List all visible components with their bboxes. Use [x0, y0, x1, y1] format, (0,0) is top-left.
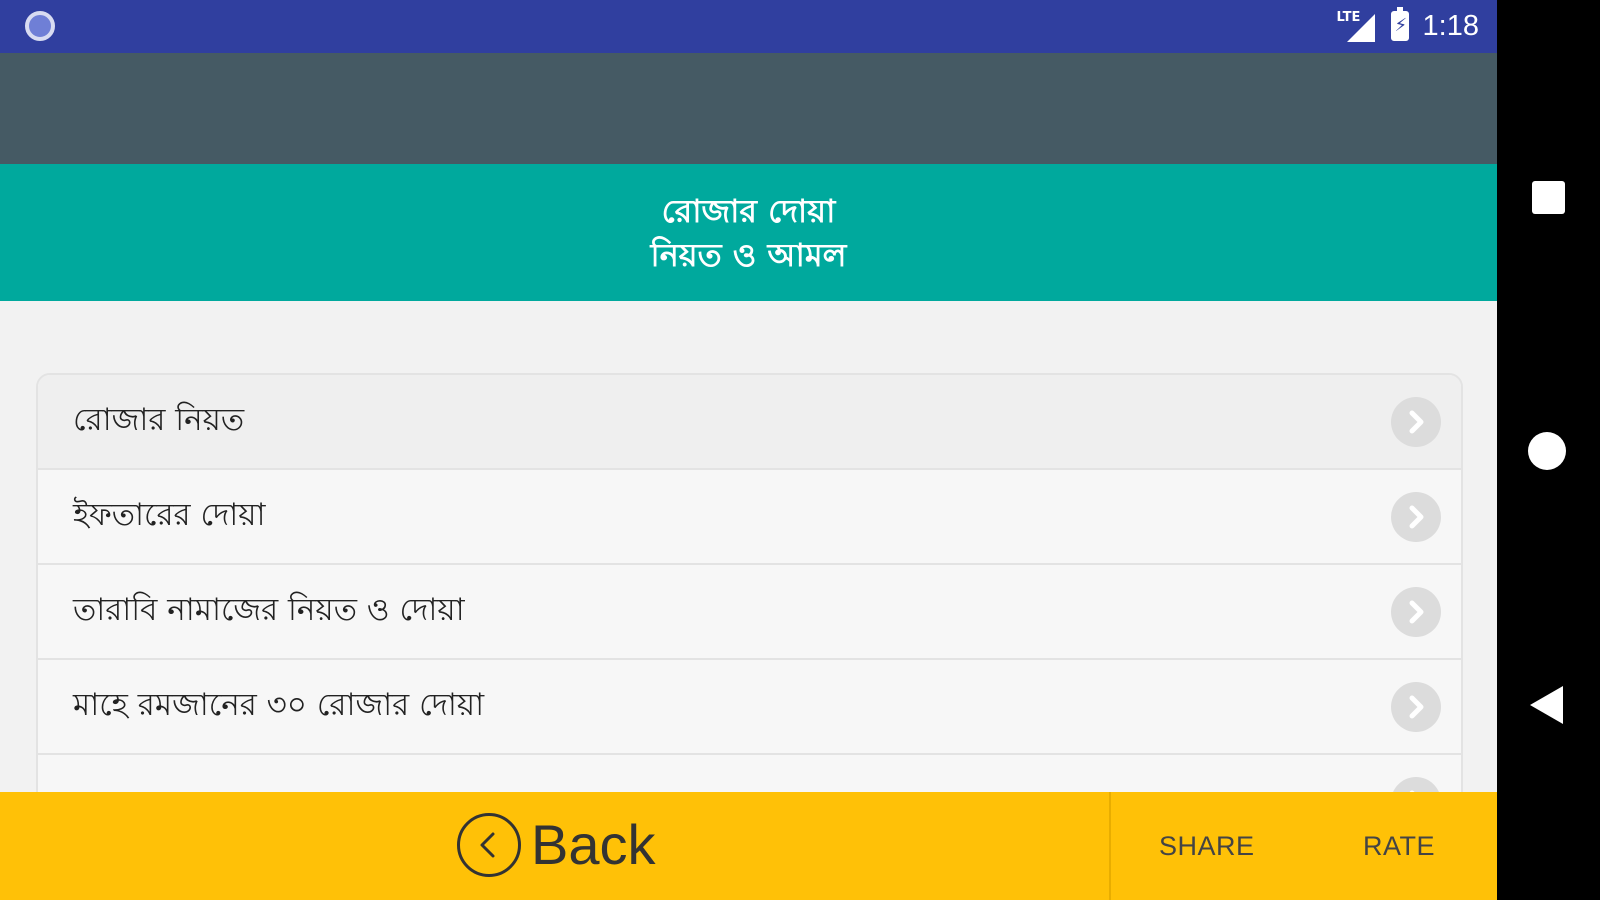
rate-button[interactable]: RATE: [1363, 792, 1435, 900]
title-banner: রোজার দোয়া নিয়ত ও আমল: [0, 164, 1497, 301]
menu-list: রোজার নিয়ত ইফতারের দোয়া তারাবি নামাজের…: [36, 373, 1463, 813]
chevron-left-circle-icon: [457, 812, 521, 877]
share-button[interactable]: SHARE: [1159, 792, 1255, 900]
list-item-label: রোজার নিয়ত: [73, 401, 245, 438]
recents-square-icon[interactable]: [1532, 181, 1565, 214]
status-time: 1:18: [1422, 9, 1479, 42]
list-item-iftar-dua[interactable]: ইফতারের দোয়া: [38, 470, 1461, 565]
back-button[interactable]: Back: [457, 807, 656, 882]
system-nav-bar: [1497, 0, 1600, 900]
battery-charging-icon: ⚡: [1390, 7, 1409, 41]
chevron-right-icon: [1391, 681, 1441, 732]
bottom-actions: SHARE RATE: [1109, 792, 1497, 900]
status-bar: LTE ⚡ 1:18: [0, 0, 1497, 53]
list-item-label: তারাবি নামাজের নিয়ত ও দোয়া: [73, 591, 465, 628]
bottom-bar: Back SHARE RATE: [0, 792, 1497, 900]
chevron-right-icon: [1391, 396, 1441, 447]
back-triangle-icon[interactable]: [1530, 686, 1563, 724]
notification-dot-icon: [25, 11, 55, 41]
list-item-ramadan-30-dua[interactable]: মাহে রমজানের ৩০ রোজার দোয়া: [38, 660, 1461, 755]
list-item-roza-niyat[interactable]: রোজার নিয়ত: [38, 375, 1461, 470]
back-button-label: Back: [531, 813, 656, 876]
chevron-right-icon: [1391, 491, 1441, 542]
status-icons: LTE ⚡ 1:18: [1337, 7, 1479, 44]
list-item-tarabi-namaz[interactable]: তারাবি নামাজের নিয়ত ও দোয়া: [38, 565, 1461, 660]
lte-signal-icon: LTE: [1337, 10, 1377, 42]
app-screen: LTE ⚡ 1:18 রোজার দোয়া নিয়ত ও আমল রোজার…: [0, 0, 1497, 900]
home-circle-icon[interactable]: [1528, 432, 1566, 470]
list-item-label: মাহে রমজানের ৩০ রোজার দোয়া: [73, 686, 485, 723]
action-bar: [0, 53, 1497, 164]
page-title-line1: রোজার দোয়া: [661, 191, 836, 230]
chevron-right-icon: [1391, 586, 1441, 637]
page-title-line2: নিয়ত ও আমল: [650, 235, 847, 274]
list-item-label: ইফতারের দোয়া: [73, 496, 266, 533]
